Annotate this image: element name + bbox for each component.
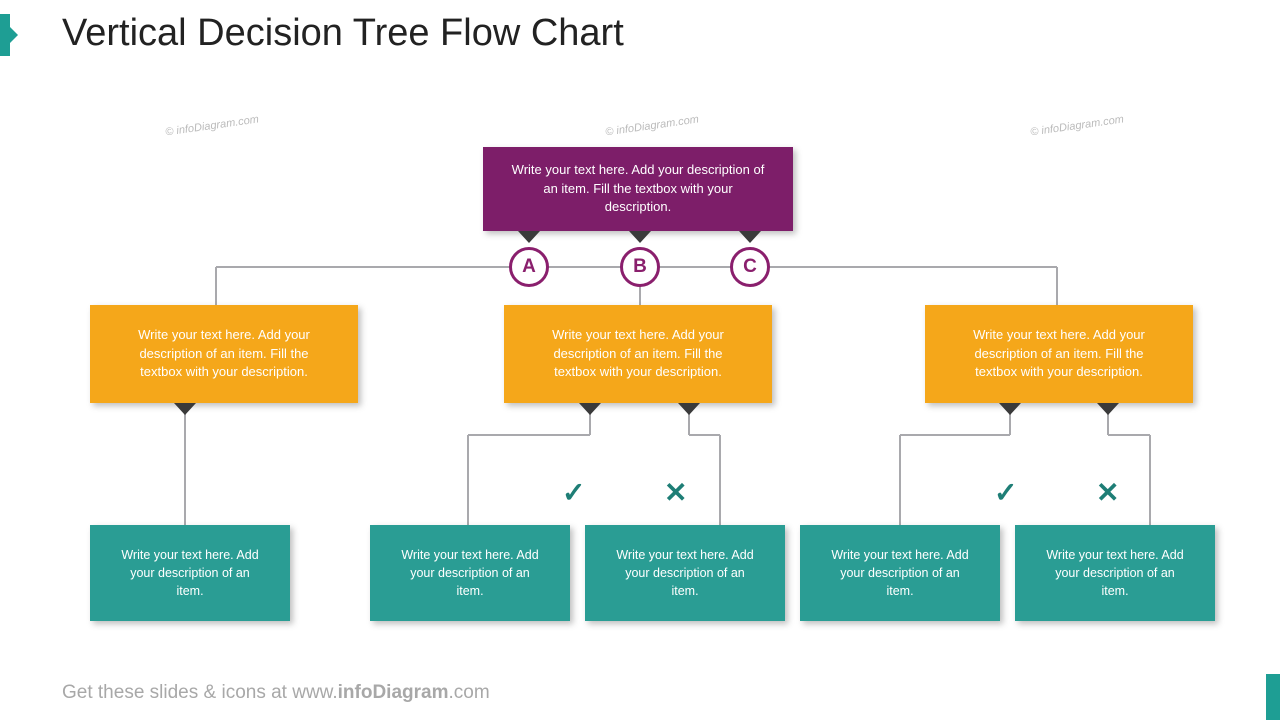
leaf-text: Write your text here. Add your descripti… <box>118 546 262 600</box>
option-label: C <box>743 256 757 278</box>
leaf-box: Write your text here. Add your descripti… <box>800 525 1000 621</box>
root-box-text: Write your text here. Add your descripti… <box>511 161 765 218</box>
footer-pre: Get these slides & icons at www. <box>62 682 338 703</box>
check-icon: ✓ <box>562 476 585 509</box>
leaf-text: Write your text here. Add your descripti… <box>828 546 972 600</box>
left-accent-tab <box>0 14 10 56</box>
mid-box-text: Write your text here. Add your descripti… <box>532 326 744 383</box>
arrow-down-icon <box>1097 403 1119 415</box>
cross-icon: ✕ <box>664 476 687 509</box>
option-label: A <box>522 256 536 278</box>
arrow-down-icon <box>999 403 1021 415</box>
cross-icon: ✕ <box>1096 476 1119 509</box>
option-circle-c: C <box>730 247 770 287</box>
footer-bold: infoDiagram <box>338 682 449 703</box>
watermark: © infoDiagram.com <box>605 113 700 138</box>
mid-box-left: Write your text here. Add your descripti… <box>90 305 358 403</box>
option-circle-a: A <box>509 247 549 287</box>
footer-credit: Get these slides & icons at www.infoDiag… <box>62 682 490 704</box>
arrow-down-icon <box>739 231 761 243</box>
mid-box-text: Write your text here. Add your descripti… <box>118 326 330 383</box>
bottom-right-accent <box>1266 674 1280 720</box>
arrow-down-icon <box>629 231 651 243</box>
arrow-down-icon <box>579 403 601 415</box>
footer-post: .com <box>448 682 489 703</box>
slide-canvas: Vertical Decision Tree Flow Chart © info… <box>0 0 1280 720</box>
leaf-text: Write your text here. Add your descripti… <box>398 546 542 600</box>
leaf-box: Write your text here. Add your descripti… <box>585 525 785 621</box>
mid-box-right: Write your text here. Add your descripti… <box>925 305 1193 403</box>
watermark: © infoDiagram.com <box>165 113 260 138</box>
watermark: © infoDiagram.com <box>1030 113 1125 138</box>
option-label: B <box>633 256 647 278</box>
option-circle-b: B <box>620 247 660 287</box>
arrow-down-icon <box>518 231 540 243</box>
arrow-down-icon <box>678 403 700 415</box>
check-icon: ✓ <box>994 476 1017 509</box>
leaf-box: Write your text here. Add your descripti… <box>90 525 290 621</box>
leaf-box: Write your text here. Add your descripti… <box>1015 525 1215 621</box>
leaf-box: Write your text here. Add your descripti… <box>370 525 570 621</box>
page-title: Vertical Decision Tree Flow Chart <box>62 12 624 55</box>
root-box: Write your text here. Add your descripti… <box>483 147 793 231</box>
mid-box-text: Write your text here. Add your descripti… <box>953 326 1165 383</box>
leaf-text: Write your text here. Add your descripti… <box>1043 546 1187 600</box>
arrow-down-icon <box>174 403 196 415</box>
leaf-text: Write your text here. Add your descripti… <box>613 546 757 600</box>
mid-box-center: Write your text here. Add your descripti… <box>504 305 772 403</box>
